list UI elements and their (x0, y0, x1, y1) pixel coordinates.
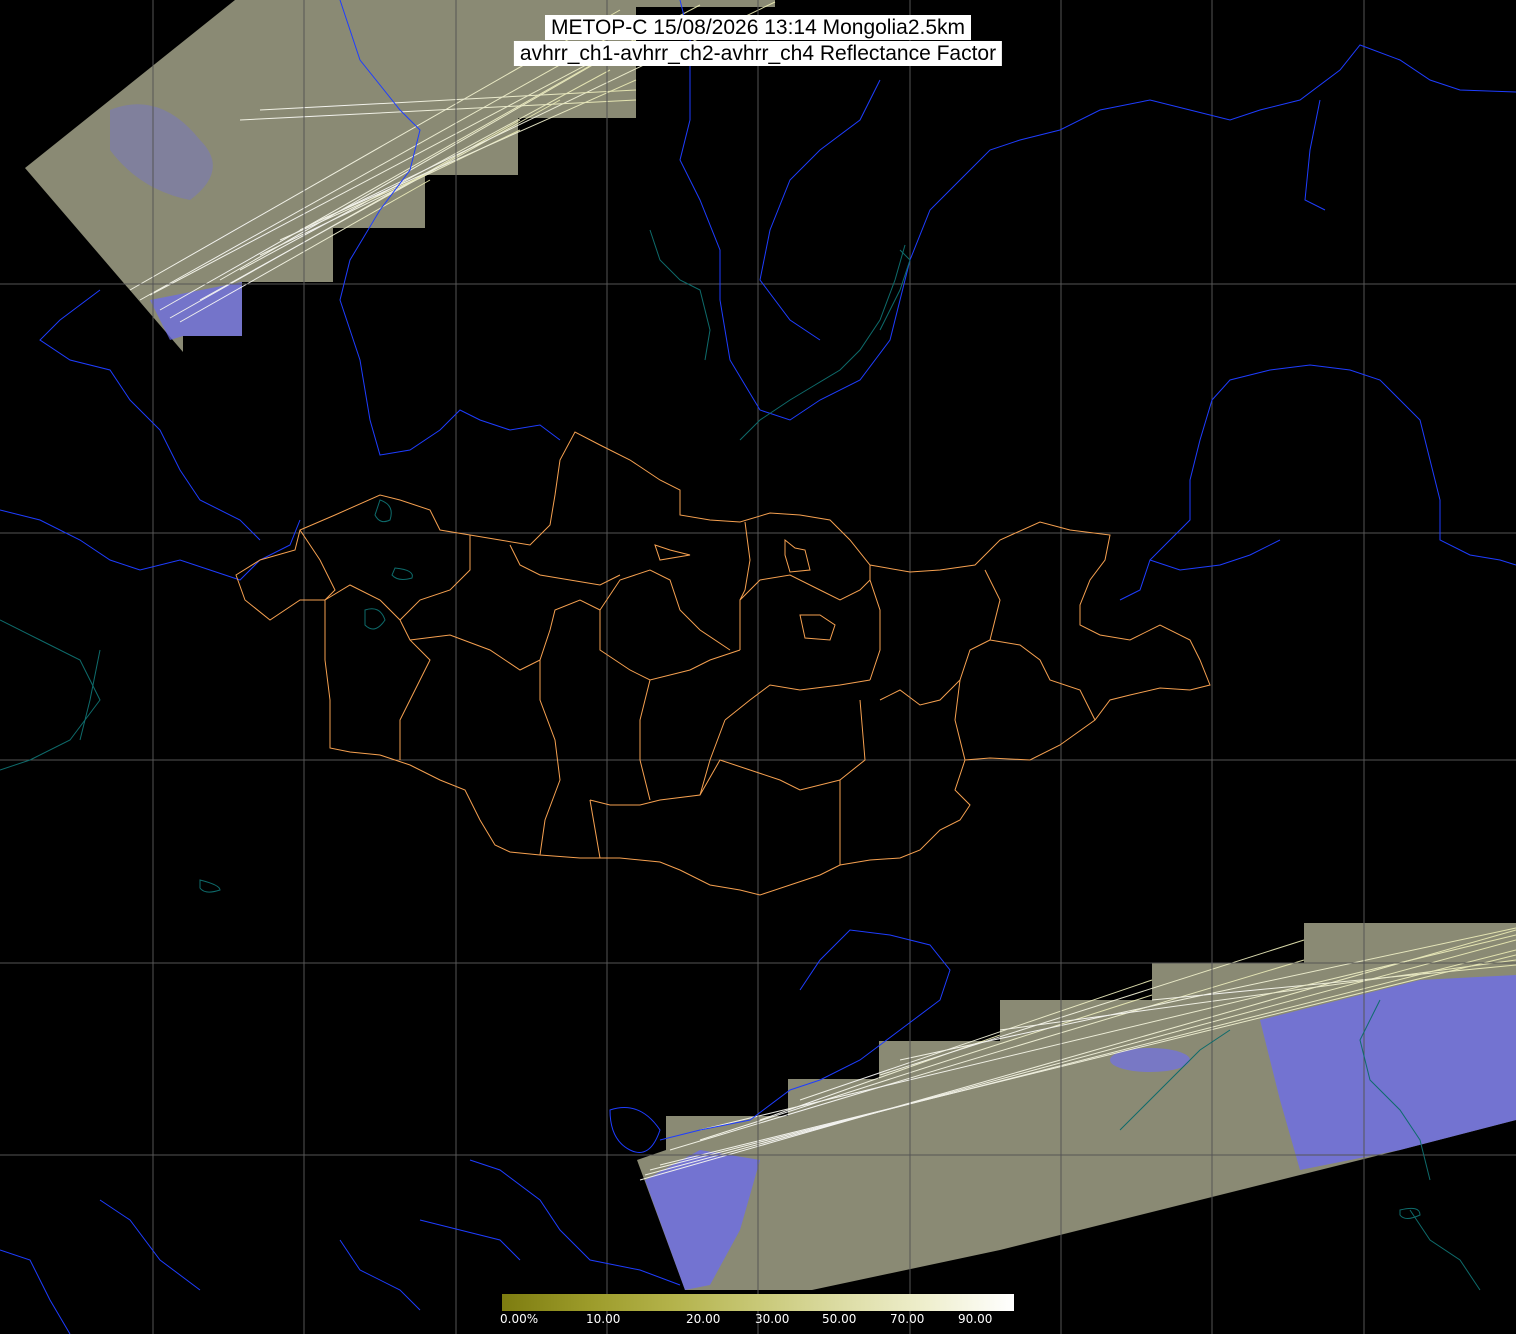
mongolia-outline (235, 431, 1211, 896)
colorbar-label: 90.00 (958, 1312, 993, 1326)
colorbar-label: 10.00 (586, 1312, 621, 1326)
swath-south (637, 923, 1516, 1290)
colorbar-label: 50.00 (822, 1312, 857, 1326)
map-subtitle: avhrr_ch1-avhrr_ch2-avhrr_ch4 Reflectanc… (513, 41, 1003, 66)
colorbar-label: 20.00 (686, 1312, 721, 1326)
map-canvas (0, 0, 1516, 1334)
satellite-map-view: METOP-C 15/08/2026 13:14 Mongolia2.5km a… (0, 0, 1516, 1334)
mongolia-admin-borders (235, 431, 1211, 896)
colorbar (502, 1294, 1014, 1311)
colorbar-label: 70.00 (890, 1312, 925, 1326)
colorbar-label: 0.00% (500, 1312, 539, 1326)
map-title: METOP-C 15/08/2026 13:14 Mongolia2.5km (544, 15, 972, 40)
colorbar-label: 30.00 (755, 1312, 790, 1326)
